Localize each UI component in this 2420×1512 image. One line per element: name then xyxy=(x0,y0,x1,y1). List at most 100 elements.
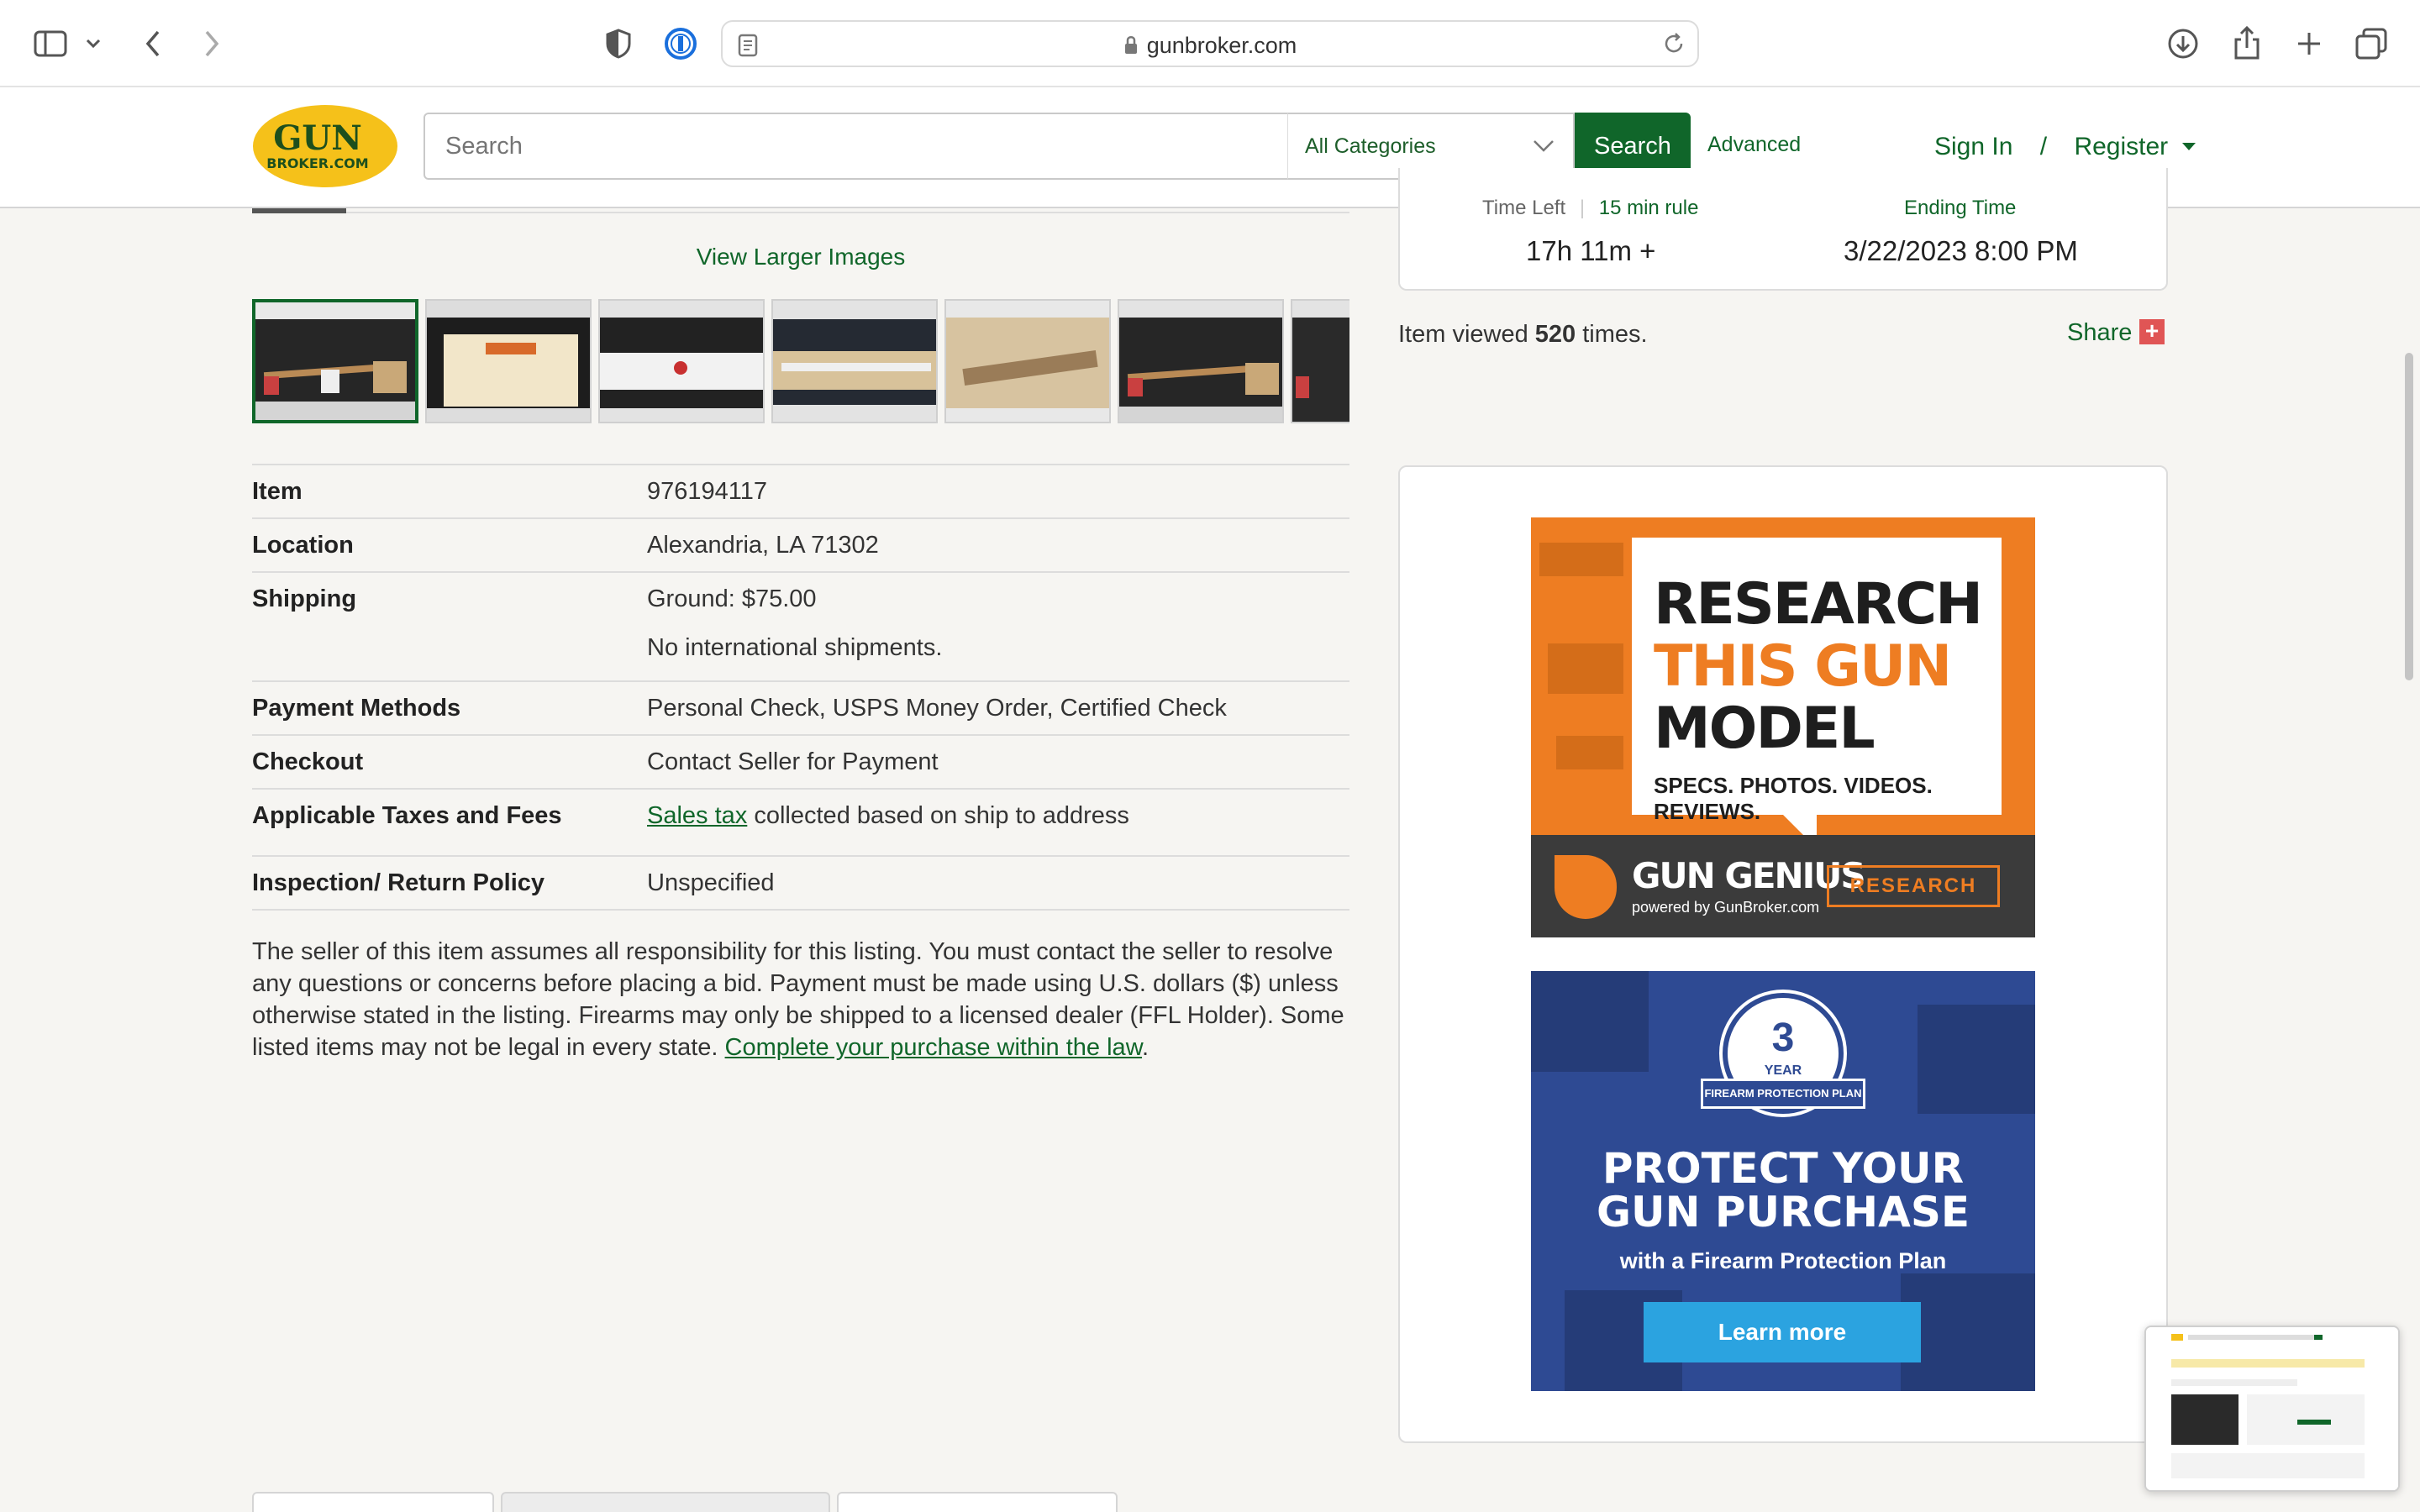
research-button[interactable]: RESEARCH xyxy=(1827,865,2000,907)
thumbnail[interactable] xyxy=(944,299,1111,423)
ad-headline-1: RESEARCH xyxy=(1654,571,1983,638)
location-label: Location xyxy=(252,532,354,559)
chevron-left-icon[interactable] xyxy=(134,25,171,62)
bottom-tab[interactable] xyxy=(252,1492,494,1512)
ad-subline: with a Firearm Protection Plan xyxy=(1619,1248,1947,1273)
time-left-value: 17h 11m + xyxy=(1526,235,1656,266)
seller-disclaimer: The seller of this item assumes all resp… xyxy=(252,936,1349,1063)
inspection-label: Inspection/ Return Policy xyxy=(252,869,545,896)
ad-headline-2: THIS GUN xyxy=(1654,633,1952,700)
image-tab-strip xyxy=(252,208,1349,213)
shipping-note: No international shipments. xyxy=(647,634,943,661)
svg-text:BROKER.COM: BROKER.COM xyxy=(266,155,368,171)
auction-time-card: Time Left | 15 min rule Ending Time 17h … xyxy=(1398,168,2168,291)
detail-row-taxes: Applicable Taxes and Fees Sales tax coll… xyxy=(252,788,1349,855)
research-ad[interactable]: RESEARCH THIS GUN MODEL SPECS. PHOTOS. V… xyxy=(1531,517,2035,937)
share-plus-icon[interactable]: + xyxy=(2139,319,2165,344)
category-value: All Categories xyxy=(1305,134,1436,158)
gun-genius-logo-icon xyxy=(1555,855,1617,919)
shipping-value: Ground: $75.00 xyxy=(647,585,817,612)
location-value: Alexandria, LA 71302 xyxy=(647,532,879,559)
taxes-value: collected based on ship to address xyxy=(754,802,1129,829)
checkout-value: Contact Seller for Payment xyxy=(647,748,939,775)
bottom-tab[interactable] xyxy=(501,1492,830,1512)
ending-time-value: 3/22/2023 8:00 PM xyxy=(1844,235,2078,266)
checkout-label: Checkout xyxy=(252,748,364,775)
item-details-table: Item 976194117 Location Alexandria, LA 7… xyxy=(252,464,1349,911)
sidebar-icon[interactable] xyxy=(32,25,69,62)
chevron-right-icon[interactable] xyxy=(193,25,230,62)
tabs-overview-icon[interactable] xyxy=(2353,25,2390,62)
thumbnail[interactable] xyxy=(425,299,592,423)
payment-label: Payment Methods xyxy=(252,695,461,722)
item-viewed-count: Item viewed 520 times. xyxy=(1398,321,1648,348)
page-preview-thumbnail[interactable] xyxy=(2144,1326,2400,1492)
advanced-search-link[interactable]: Advanced xyxy=(1707,133,1801,157)
url-value: gunbroker.com xyxy=(1146,33,1297,58)
address-bar[interactable]: gunbroker.com xyxy=(721,20,1699,67)
thumbnail[interactable] xyxy=(598,299,765,423)
inspection-value: Unspecified xyxy=(647,869,775,896)
url-text: gunbroker.com xyxy=(723,33,1697,61)
browser-toolbar: gunbroker.com xyxy=(0,0,2420,87)
fifteen-min-rule-link[interactable]: 15 min rule xyxy=(1599,197,1699,219)
bottom-tabs xyxy=(252,1492,1118,1512)
payment-value: Personal Check, USPS Money Order, Certif… xyxy=(647,695,1227,722)
svg-text:GUN: GUN xyxy=(273,118,362,158)
complete-purchase-law-link[interactable]: Complete your purchase within the law xyxy=(725,1034,1142,1061)
badge-number: 3 xyxy=(1771,1016,1795,1060)
protection-plan-ad[interactable]: 3 YEAR FIREARM PROTECTION PLAN PROTECT Y… xyxy=(1531,971,2035,1391)
ad-headline-2: GUN PURCHASE xyxy=(1596,1188,1970,1236)
detail-row-checkout: Checkout Contact Seller for Payment xyxy=(252,734,1349,788)
ending-time-label: Ending Time xyxy=(1904,197,2017,219)
detail-row-item: Item 976194117 xyxy=(252,464,1349,517)
taxes-label: Applicable Taxes and Fees xyxy=(252,802,562,829)
ad-footer-bar: GUN GENIUS powered by GunBroker.com RESE… xyxy=(1531,835,2035,937)
plus-icon[interactable] xyxy=(2291,25,2328,62)
thumbnail[interactable] xyxy=(771,299,938,423)
badge-year: YEAR xyxy=(1764,1063,1802,1078)
thumbnail[interactable] xyxy=(1118,299,1284,423)
ad-headline-3: MODEL xyxy=(1654,696,1876,762)
powered-by-text: powered by GunBroker.com xyxy=(1632,899,1820,916)
chevron-down-icon xyxy=(1533,139,1555,157)
thumbnail[interactable] xyxy=(1291,299,1349,423)
ad-subline: SPECS. PHOTOS. VIDEOS. REVIEWS. xyxy=(1654,773,1933,824)
view-larger-images-link[interactable]: View Larger Images xyxy=(0,244,1602,270)
thumbnail[interactable] xyxy=(252,299,418,423)
ad-bubble: RESEARCH THIS GUN MODEL SPECS. PHOTOS. V… xyxy=(1632,538,2002,824)
sign-in-link[interactable]: Sign In xyxy=(1934,133,2012,160)
detail-row-location: Location Alexandria, LA 71302 xyxy=(252,517,1349,571)
privacy-shield-icon[interactable] xyxy=(600,25,637,62)
item-value: 976194117 xyxy=(647,478,768,505)
disclaimer-end: . xyxy=(1142,1034,1150,1061)
download-icon[interactable] xyxy=(2165,25,2202,62)
thumbnail-strip xyxy=(252,299,1349,425)
share-icon[interactable] xyxy=(2228,25,2265,62)
gunbroker-logo[interactable]: GUN BROKER.COM xyxy=(252,104,398,188)
ad-headline-1: PROTECT YOUR xyxy=(1602,1144,1965,1193)
scrollbar[interactable] xyxy=(2405,353,2413,680)
item-label: Item xyxy=(252,478,302,505)
lock-icon xyxy=(1123,35,1139,61)
chevron-down-icon[interactable] xyxy=(81,25,106,62)
detail-row-payment: Payment Methods Personal Check, USPS Mon… xyxy=(252,680,1349,734)
time-left-label: Time Left | 15 min rule xyxy=(1482,197,1699,219)
separator: / xyxy=(2039,133,2048,160)
register-link[interactable]: Register xyxy=(2074,133,2168,160)
active-image-tab[interactable] xyxy=(252,208,346,213)
detail-row-inspection: Inspection/ Return Policy Unspecified xyxy=(252,855,1349,911)
bottom-tab[interactable] xyxy=(837,1492,1118,1512)
viewed-number: 520 xyxy=(1534,321,1576,348)
sales-tax-link[interactable]: Sales tax xyxy=(647,802,747,829)
learn-more-button[interactable]: Learn more xyxy=(1644,1302,1921,1362)
shipping-label: Shipping xyxy=(252,585,357,612)
password-manager-icon[interactable] xyxy=(662,25,699,62)
share-link[interactable]: Share xyxy=(2067,319,2132,347)
caret-down-icon[interactable] xyxy=(2181,129,2196,158)
reload-icon[interactable] xyxy=(1662,32,1686,60)
badge-ribbon: FIREARM PROTECTION PLAN xyxy=(1701,1079,1865,1109)
detail-row-shipping: Shipping Ground: $75.00 No international… xyxy=(252,571,1349,680)
search-input[interactable] xyxy=(424,113,1289,180)
account-links: Sign In / Register xyxy=(1934,129,2196,161)
